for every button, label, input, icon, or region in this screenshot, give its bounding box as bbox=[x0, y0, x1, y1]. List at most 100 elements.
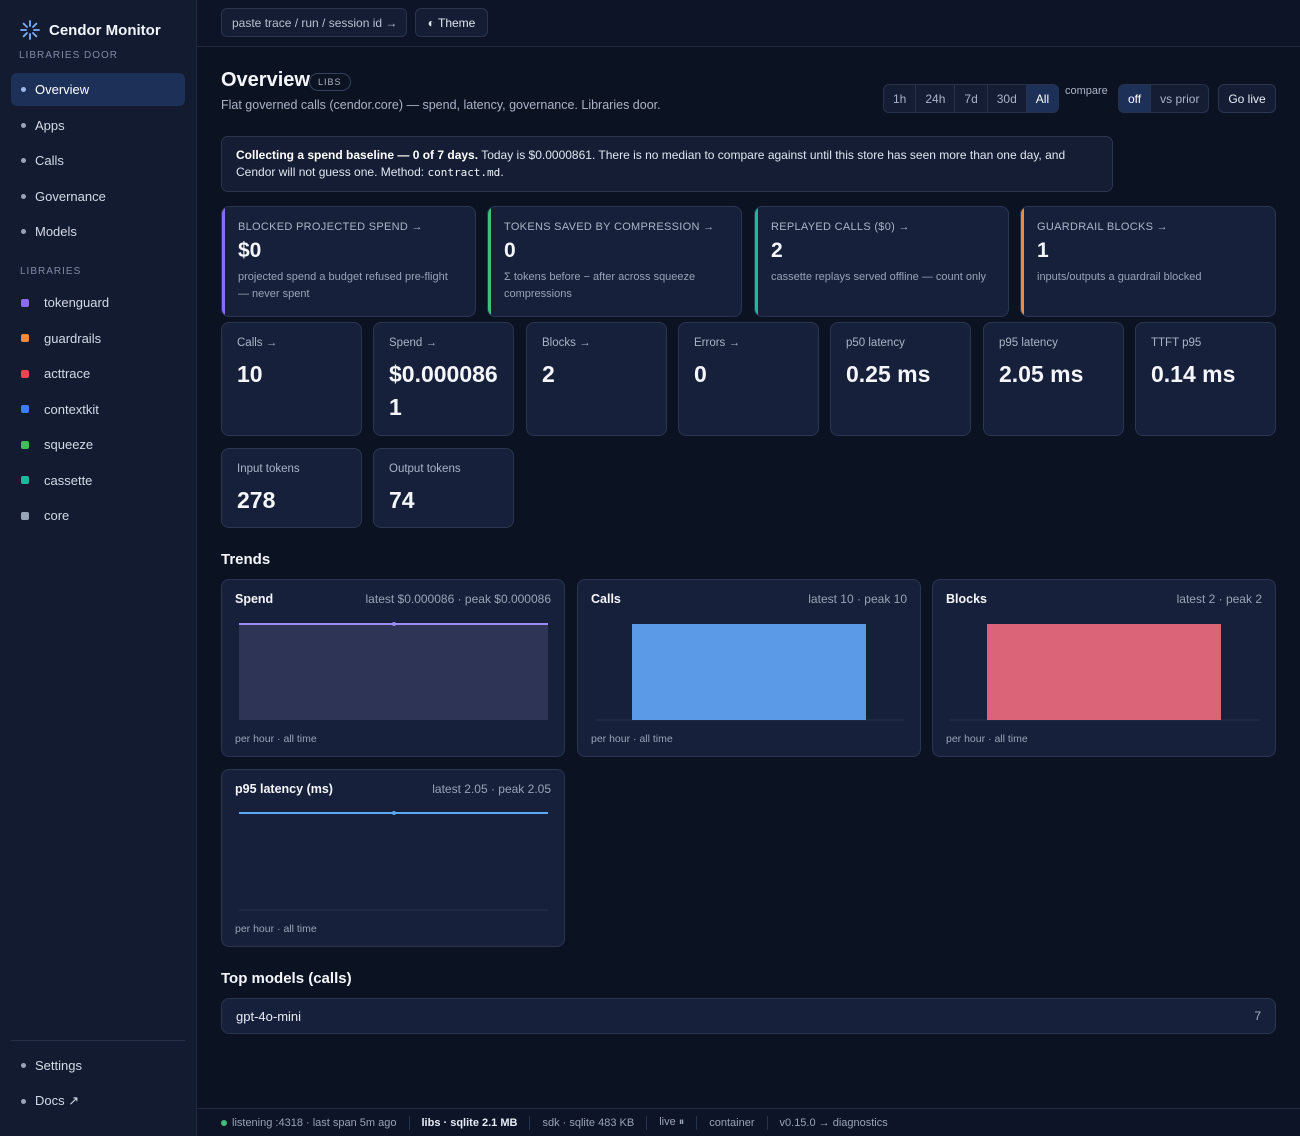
nav-item-models[interactable]: Models bbox=[11, 215, 185, 248]
kpi-label: BLOCKED PROJECTED SPEND → bbox=[238, 221, 423, 233]
sidebar-divider bbox=[11, 1040, 185, 1041]
status-live-toggle[interactable]: live ⏸ bbox=[647, 1115, 698, 1130]
stat-value: 2.05 ms bbox=[999, 361, 1084, 387]
nav-item-governance[interactable]: Governance bbox=[11, 180, 185, 213]
trend-footnote: per hour · all time bbox=[235, 733, 317, 745]
kpi-label: TOKENS SAVED BY COMPRESSION → bbox=[504, 221, 715, 233]
nav-item-apps[interactable]: Apps bbox=[11, 109, 185, 142]
compare-vs-prior[interactable]: vs prior bbox=[1151, 85, 1208, 112]
library-item-acttrace[interactable]: acttrace bbox=[11, 357, 185, 390]
library-item-squeeze[interactable]: squeeze bbox=[11, 428, 185, 461]
status-container: container bbox=[697, 1115, 768, 1130]
status-bar: listening :4318 · last span 5m ago libs … bbox=[197, 1108, 1300, 1136]
library-color-swatch bbox=[21, 440, 29, 449]
kpi-blocked-projected-spend[interactable]: BLOCKED PROJECTED SPEND → $0 projected s… bbox=[221, 206, 476, 317]
stat-value: 278 bbox=[237, 487, 276, 513]
trend-card-calls: Calls latest 10 · peak 10 per hour · all… bbox=[577, 579, 921, 757]
stat-ttft-p95: TTFT p95 0.14 ms bbox=[1135, 322, 1276, 436]
stat-p95-latency: p95 latency 2.05 ms bbox=[983, 322, 1124, 436]
topbar: ◐ Theme bbox=[197, 0, 1300, 47]
spend-sparkline-chart bbox=[239, 622, 548, 720]
stat-value: 74 bbox=[389, 487, 415, 513]
kpi-guardrail-blocks[interactable]: GUARDRAIL BLOCKS → 1 inputs/outputs a gu… bbox=[1020, 206, 1276, 317]
model-call-count: 7 bbox=[1254, 1009, 1261, 1023]
bullet-icon bbox=[21, 229, 26, 234]
kpi-label: REPLAYED CALLS ($0) → bbox=[771, 221, 910, 233]
kpi-value: 0 bbox=[504, 239, 516, 262]
notice-heading: Collecting a spend baseline — 0 of 7 day… bbox=[236, 148, 479, 162]
trend-card-p95-latency: p95 latency (ms) latest 2.05 · peak 2.05… bbox=[221, 769, 565, 947]
stat-value: 0.25 ms bbox=[846, 361, 931, 387]
nav-item-label: Calls bbox=[35, 153, 64, 168]
page-title: Overview bbox=[221, 69, 310, 91]
brand-title: Cendor Monitor bbox=[49, 21, 161, 39]
brand[interactable]: Cendor Monitor bbox=[20, 20, 161, 40]
kpi-replayed-calls[interactable]: REPLAYED CALLS ($0) → 2 cassette replays… bbox=[754, 206, 1009, 317]
stat-label: p95 latency bbox=[999, 337, 1058, 349]
trend-card-spend: Spend latest $0.000086 · peak $0.000086 … bbox=[221, 579, 565, 757]
theme-toggle-button[interactable]: ◐ Theme bbox=[415, 8, 488, 37]
trend-title: Blocks bbox=[946, 592, 987, 606]
cendor-logo-icon bbox=[20, 20, 40, 40]
kpi-description: inputs/outputs a guardrail blocked bbox=[1037, 271, 1202, 283]
top-models-title: Top models (calls) bbox=[221, 970, 352, 987]
go-live-button[interactable]: Go live bbox=[1218, 84, 1276, 113]
bullet-icon bbox=[21, 122, 26, 128]
status-text: listening :4318 · last span 5m ago bbox=[232, 1116, 397, 1129]
stat-label: Output tokens bbox=[389, 463, 461, 475]
trend-footnote: per hour · all time bbox=[946, 733, 1028, 745]
bullet-icon bbox=[21, 193, 26, 199]
library-item-cassette[interactable]: cassette bbox=[11, 464, 185, 497]
library-item-guardrails[interactable]: guardrails bbox=[11, 322, 185, 355]
stat-value: $0.0000861 bbox=[389, 361, 498, 420]
model-row[interactable]: gpt-4o-mini 7 bbox=[221, 998, 1276, 1034]
stat-value: 2 bbox=[542, 361, 555, 387]
range-30d[interactable]: 30d bbox=[988, 85, 1027, 112]
library-label: contextkit bbox=[44, 401, 99, 417]
range-all[interactable]: All bbox=[1026, 85, 1059, 112]
library-color-swatch bbox=[21, 405, 29, 413]
notice-method-link[interactable]: contract.md bbox=[427, 166, 500, 179]
blocks-bar-chart bbox=[950, 624, 1259, 721]
library-color-swatch bbox=[21, 334, 29, 342]
stat-spend[interactable]: Spend → $0.0000861 bbox=[373, 322, 514, 436]
stat-calls[interactable]: Calls → 10 bbox=[221, 322, 362, 436]
stat-value: 10 bbox=[237, 361, 263, 387]
bullet-icon bbox=[21, 158, 26, 163]
page-subtitle: Flat governed calls (cendor.core) — spen… bbox=[221, 98, 661, 112]
status-version-diagnostics[interactable]: v0.15.0 → diagnostics bbox=[768, 1116, 900, 1130]
nav-item-calls[interactable]: Calls bbox=[11, 144, 185, 177]
stat-label: Blocks → bbox=[542, 337, 591, 349]
nav-item-docs[interactable]: Docs ↗ bbox=[11, 1085, 185, 1118]
footer-nav: Settings Docs ↗ bbox=[11, 1049, 185, 1120]
nav-item-label: Apps bbox=[35, 117, 65, 133]
nav-item-overview[interactable]: Overview bbox=[11, 73, 185, 106]
main-nav: Overview Apps Calls Governance Models bbox=[11, 73, 185, 251]
stat-label: Input tokens bbox=[237, 463, 300, 475]
library-label: acttrace bbox=[44, 366, 91, 381]
kpi-label: GUARDRAIL BLOCKS → bbox=[1037, 221, 1168, 233]
kpi-value: 1 bbox=[1037, 239, 1049, 262]
library-color-swatch bbox=[21, 476, 29, 484]
library-label: core bbox=[44, 508, 70, 523]
range-7d[interactable]: 7d bbox=[955, 85, 988, 112]
range-1h[interactable]: 1h bbox=[884, 85, 917, 112]
kpi-tokens-saved[interactable]: TOKENS SAVED BY COMPRESSION → 0 Σ tokens… bbox=[487, 206, 742, 317]
library-label: squeeze bbox=[44, 437, 94, 452]
trend-meta: latest 10 · peak 10 bbox=[808, 592, 907, 606]
library-item-contextkit[interactable]: contextkit bbox=[11, 393, 185, 426]
stat-blocks[interactable]: Blocks → 2 bbox=[526, 322, 667, 436]
trend-title: Spend bbox=[235, 592, 274, 606]
nav-item-label: Overview bbox=[35, 82, 90, 97]
compare-off[interactable]: off bbox=[1119, 85, 1152, 112]
p95-point bbox=[392, 811, 396, 815]
stat-errors[interactable]: Errors → 0 bbox=[678, 322, 819, 436]
range-24h[interactable]: 24h bbox=[916, 85, 956, 112]
calls-bar bbox=[632, 624, 866, 720]
library-item-core[interactable]: core bbox=[11, 499, 185, 532]
trace-search-input[interactable] bbox=[221, 8, 407, 37]
library-item-tokenguard[interactable]: tokenguard bbox=[11, 286, 185, 319]
stat-p50-latency: p50 latency 0.25 ms bbox=[830, 322, 971, 436]
nav-item-settings[interactable]: Settings bbox=[11, 1049, 185, 1082]
nav-item-label: Models bbox=[35, 224, 77, 239]
